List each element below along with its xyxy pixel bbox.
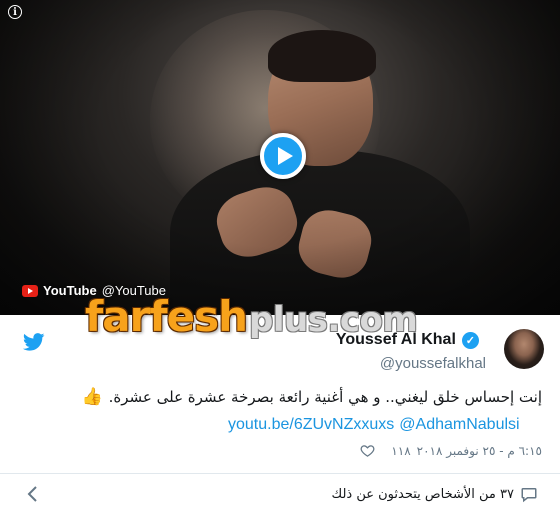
like-count: ١١٨	[391, 443, 411, 458]
conversation-footer[interactable]: ٣٧ من الأشخاص يتحدثون عن ذلك	[0, 474, 560, 515]
video-thumbnail[interactable]: i YouTube @YouTube	[0, 0, 560, 315]
twitter-bird-icon[interactable]	[23, 333, 45, 351]
people-talking-text[interactable]: ٣٧ من الأشخاص يتحدثون عن ذلك	[332, 487, 514, 502]
youtube-logo-icon	[22, 284, 38, 297]
avatar[interactable]	[504, 329, 544, 369]
info-icon[interactable]: i	[8, 5, 22, 19]
people-icon	[521, 488, 537, 503]
play-icon	[277, 147, 293, 165]
tweet-body: إنت إحساس خلق ليغني.. و هي أغنية رائعة ب…	[108, 388, 542, 406]
mention-link[interactable]: @AdhamNabulsi	[399, 416, 519, 434]
tweet-timestamp[interactable]: ٦:١٥ م - ٢٥ نوفمبر ٢٠١٨	[417, 444, 542, 458]
thumbs-up-icon: 👍	[81, 387, 103, 407]
chevron-left-icon[interactable]	[26, 485, 38, 503]
verified-icon: ✓	[461, 331, 479, 349]
play-button[interactable]	[260, 133, 306, 179]
author-handle[interactable]: @youssefalkhal	[380, 355, 486, 372]
youtube-link[interactable]: youtu.be/6ZUvNZxxuxs	[228, 416, 394, 434]
watermark-main: farfesh	[85, 292, 248, 341]
tweet-author[interactable]: Youssef Al Khal ✓ @youssefalkhal	[336, 331, 486, 372]
author-name[interactable]: Youssef Al Khal	[336, 331, 456, 349]
tweet-text: إنت إحساس خلق ليغني.. و هي أغنية رائعة ب…	[22, 387, 542, 407]
tweet-meta: ٦:١٥ م - ٢٥ نوفمبر ٢٠١٨ ١١٨	[360, 443, 542, 458]
tweet-links: youtu.be/6ZUvNZxxuxs @AdhamNabulsi	[228, 416, 520, 434]
heart-icon[interactable]	[360, 443, 375, 458]
